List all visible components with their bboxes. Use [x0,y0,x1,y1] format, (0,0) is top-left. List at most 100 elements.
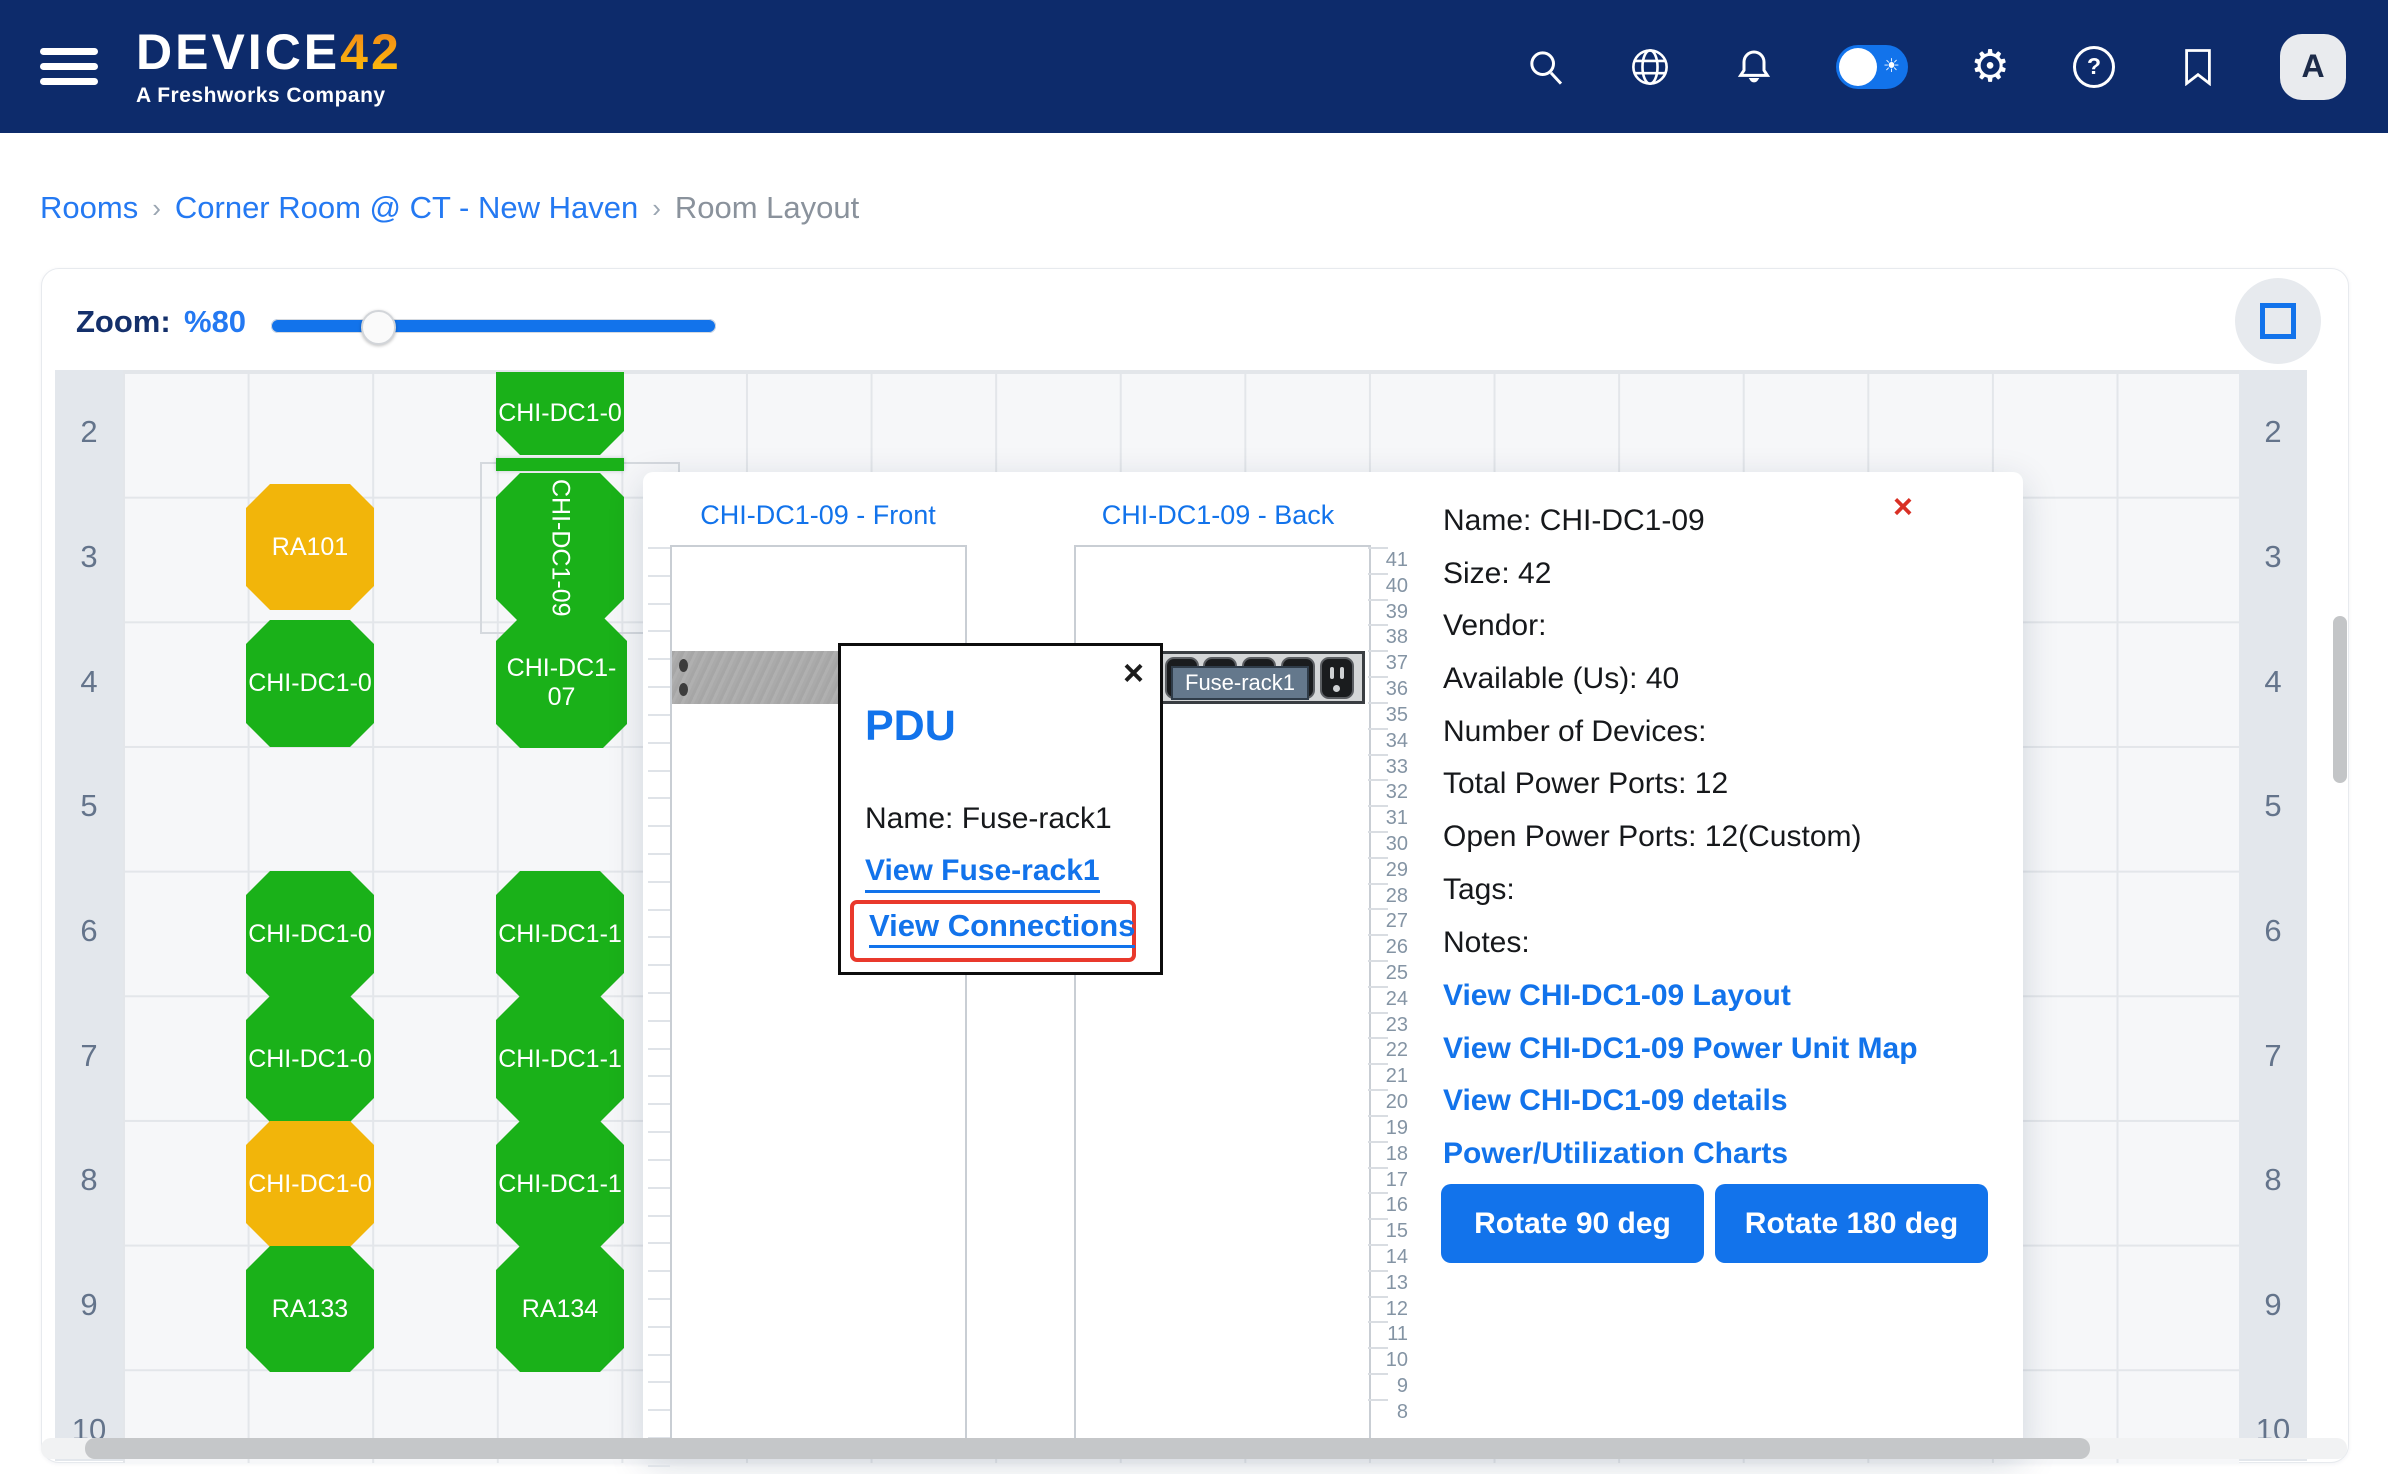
rack-CHI-DC1-0[interactable]: CHI-DC1-0 [246,871,374,997]
row-numbers-right: 2345678910 [2239,370,2307,1461]
unit-row: 24 [1368,986,1408,1012]
row-label: 9 [55,1243,123,1368]
view-connections-link[interactable]: View Connections [869,908,1135,948]
rack-CHI-DC1-0[interactable]: CHI-DC1-0 [246,1121,374,1247]
rack-label: CHI-DC1-0 [248,920,372,949]
globe-icon[interactable] [1628,45,1672,89]
horizontal-scrollbar[interactable] [41,1438,2347,1459]
breadcrumb-separator: › [152,193,161,224]
vertical-scrollbar-thumb[interactable] [2333,616,2347,783]
rack-CHI-DC1-0[interactable]: CHI-DC1-0 [246,996,374,1122]
detail-line: Number of Devices: [1443,715,1862,768]
close-details-icon[interactable]: × [1893,490,1913,524]
search-icon[interactable] [1524,45,1568,89]
detail-line: Total Power Ports: 12 [1443,767,1862,820]
fullscreen-button[interactable] [2235,278,2321,364]
rack-unit-scale: 4140393837363534333231302928272625242322… [1368,547,1408,1427]
rotate-90-button[interactable]: Rotate 90 deg [1441,1184,1704,1263]
rack-CHI-DC1-07[interactable]: CHI-DC1-07 [496,617,627,748]
row-label: 7 [55,993,123,1118]
unit-tick [648,1326,670,1354]
rack-label: CHI-DC1-0 [248,669,372,698]
bell-icon[interactable] [1732,45,1776,89]
rack-RA133[interactable]: RA133 [246,1246,374,1372]
detail-link[interactable]: View CHI-DC1-09 details [1443,1084,1918,1137]
unit-row: 31 [1368,805,1408,831]
unit-tick [648,658,670,686]
unit-row: 18 [1368,1141,1408,1167]
rack-segment[interactable] [496,458,624,471]
unit-row: 12 [1368,1296,1408,1322]
fullscreen-icon [2260,303,2296,339]
rack-label: RA134 [522,1295,598,1324]
top-navbar: DEVICE42 A Freshworks Company ☀ ⚙ ? A [0,0,2388,133]
rack-label: CHI-DC1-09 [546,479,575,617]
unit-tick [648,1131,670,1159]
power-outlet-icon [1320,657,1354,699]
rack-CHI-DC1-0[interactable]: CHI-DC1-0 [496,372,624,455]
unit-row: 28 [1368,883,1408,909]
unit-tick [648,853,670,881]
rack-back-title: CHI-DC1-09 - Back [1068,500,1368,531]
zoom-slider-thumb[interactable] [361,310,396,345]
unit-row: 13 [1368,1270,1408,1296]
brand-main: DEVICE [136,24,340,80]
rack-CHI-DC1-1[interactable]: CHI-DC1-1 [496,996,624,1122]
menu-icon[interactable] [40,40,98,93]
unit-row: 34 [1368,728,1408,754]
unit-row: 27 [1368,908,1408,934]
rack-label: CHI-DC1-1 [498,1170,622,1199]
rack-detail-lines: Name: CHI-DC1-09Size: 42Vendor:Available… [1443,504,1862,978]
row-label: 8 [55,1118,123,1243]
unit-tick [648,797,670,825]
unit-tick [648,1242,670,1270]
gear-icon[interactable]: ⚙ [1968,45,2012,89]
annotation-highlight-box: View Connections [850,900,1136,962]
unit-tick [648,1048,670,1076]
detail-link[interactable]: View CHI-DC1-09 Layout [1443,979,1918,1032]
rack-CHI-DC1-09[interactable]: CHI-DC1-09 [496,473,624,623]
unit-row: 17 [1368,1167,1408,1193]
unit-tick [648,1270,670,1298]
brand-logo[interactable]: DEVICE42 A Freshworks Company [136,27,402,106]
help-icon[interactable]: ? [2072,45,2116,89]
rack-label: CHI-DC1-0 [248,1170,372,1199]
unit-row: 39 [1368,599,1408,625]
detail-link[interactable]: Power/Utilization Charts [1443,1137,1918,1190]
unit-row: 35 [1368,702,1408,728]
breadcrumb-item[interactable]: Rooms [40,190,138,226]
theme-toggle[interactable]: ☀ [1836,45,1908,89]
row-label: 9 [2239,1243,2307,1368]
detail-link[interactable]: View CHI-DC1-09 Power Unit Map [1443,1032,1918,1085]
breadcrumb-item: Room Layout [675,190,859,226]
pdu-device-label[interactable]: Fuse-rack1 [1171,666,1309,700]
popup-close-icon[interactable]: × [1123,652,1144,694]
row-label: 5 [2239,744,2307,869]
unit-tick [648,575,670,603]
rack-CHI-DC1-1[interactable]: CHI-DC1-1 [496,871,624,997]
avatar[interactable]: A [2280,34,2346,100]
zoom-slider[interactable] [271,319,716,333]
breadcrumb-item[interactable]: Corner Room @ CT - New Haven [175,190,638,226]
rack-RA101[interactable]: RA101 [246,484,374,610]
sun-icon: ☀ [1883,55,1900,78]
bookmark-icon[interactable] [2176,45,2220,89]
room-layout-page: DEVICE42 A Freshworks Company ☀ ⚙ ? A [0,0,2388,1474]
rack-front-title: CHI-DC1-09 - Front [668,500,968,531]
horizontal-scrollbar-thumb[interactable] [85,1438,2090,1459]
row-numbers-left: 2345678910 [55,370,123,1461]
detail-line: Tags: [1443,873,1862,926]
rack-RA134[interactable]: RA134 [496,1246,624,1372]
unit-tick [648,742,670,770]
rack-label: CHI-DC1-0 [498,399,622,428]
rack-CHI-DC1-1[interactable]: CHI-DC1-1 [496,1121,624,1247]
unit-tick [648,1409,670,1437]
rack-CHI-DC1-0[interactable]: CHI-DC1-0 [246,620,374,747]
unit-tick [648,714,670,742]
detail-line: Name: CHI-DC1-09 [1443,504,1862,557]
unit-tick [648,770,670,798]
unit-tick [648,1103,670,1131]
rotate-180-button[interactable]: Rotate 180 deg [1715,1184,1988,1263]
view-fuse-rack1-link[interactable]: View Fuse-rack1 [865,854,1100,893]
unit-tick [648,992,670,1020]
